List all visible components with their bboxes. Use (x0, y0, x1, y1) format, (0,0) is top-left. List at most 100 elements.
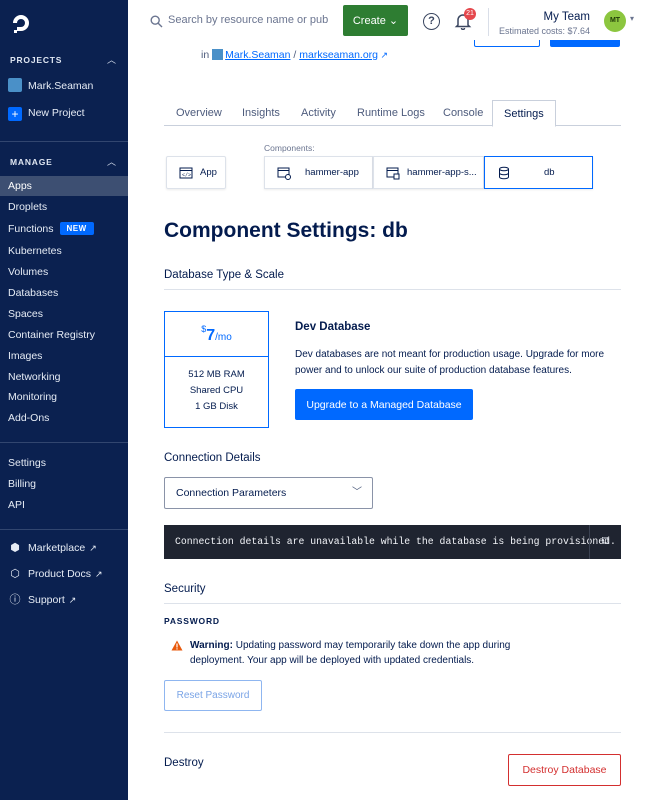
sidebar-item-monitoring[interactable]: Monitoring (0, 387, 128, 407)
sidebar-link-support[interactable]: ⓘ Support ↗ (0, 590, 128, 610)
sidebar-item-add-ons[interactable]: Add-Ons (0, 408, 128, 428)
external-link-icon: ↗ (89, 543, 97, 553)
manage-heading: MANAGE (10, 157, 53, 167)
sidebar-divider (0, 442, 128, 443)
tab-overview[interactable]: Overview (176, 100, 222, 126)
product-docs-label: Product Docs (28, 568, 92, 580)
manage-collapse-chevron-icon[interactable]: ︿ (107, 155, 116, 168)
header-primary-button[interactable] (550, 40, 620, 47)
tab-insights[interactable]: Insights (242, 100, 280, 126)
destroy-database-button[interactable]: Destroy Database (508, 754, 621, 786)
notification-count-badge: 21 (464, 8, 476, 20)
breadcrumb-project-link[interactable]: Mark.Seaman (225, 49, 290, 61)
chevron-down-icon: ⌄ (385, 15, 399, 27)
sidebar-item-spaces[interactable]: Spaces (0, 304, 128, 324)
sidebar-item-billing[interactable]: Billing (0, 474, 128, 494)
sidebar-item-container-registry[interactable]: Container Registry (0, 325, 128, 345)
tab-activity[interactable]: Activity (301, 100, 336, 126)
reset-password-button[interactable]: Reset Password (164, 680, 262, 711)
sidebar-item-apps[interactable]: Apps (0, 176, 128, 196)
sidebar-item-databases[interactable]: Databases (0, 283, 128, 303)
external-link-icon: ↗ (95, 569, 103, 579)
sidebar-item-droplets[interactable]: Droplets (0, 197, 128, 217)
tab-bar: Overview Insights Activity Runtime Logs … (164, 100, 621, 127)
search-input[interactable] (168, 14, 328, 26)
static-site-icon (386, 167, 400, 180)
chevron-down-icon[interactable]: ▾ (630, 14, 634, 23)
page-title: Component Settings: db (164, 219, 408, 242)
help-icon[interactable]: ? (423, 13, 440, 30)
digitalocean-logo-icon[interactable] (10, 12, 32, 34)
header-secondary-button[interactable] (474, 40, 540, 47)
sidebar-item-networking[interactable]: Networking (0, 367, 128, 387)
code-window-icon: </> (179, 167, 193, 179)
sidebar: PROJECTS ︿ Mark.Seaman + New Project MANA… (0, 0, 128, 800)
destroy-heading: Destroy (164, 757, 204, 769)
warning-label: Warning: (190, 640, 233, 651)
plan-price: $7/mo (165, 312, 268, 357)
section-divider (164, 732, 621, 733)
tab-console[interactable]: Console (443, 100, 483, 126)
sidebar-item-project[interactable]: Mark.Seaman (0, 76, 128, 96)
estimated-costs: Estimated costs: $7.64 (498, 26, 590, 36)
sidebar-item-images[interactable]: Images (0, 346, 128, 366)
search-icon (150, 15, 163, 28)
tab-runtime-logs[interactable]: Runtime Logs (357, 100, 425, 126)
new-project-button[interactable]: + New Project (0, 103, 128, 123)
database-icon (499, 166, 509, 180)
database-type-heading: Database Type & Scale (164, 269, 284, 281)
copy-icon[interactable]: ⧉ (589, 525, 621, 559)
connection-parameters-select[interactable]: Connection Parameters ﹀ (164, 477, 373, 509)
new-project-label: New Project (28, 107, 85, 119)
avatar[interactable]: MT (604, 10, 626, 32)
password-label: PASSWORD (164, 616, 220, 626)
app-component-card[interactable]: </> App (166, 156, 226, 189)
cube-icon: ⬢ (10, 542, 20, 554)
breadcrumb-site-link[interactable]: markseaman.org (299, 49, 378, 61)
dev-database-title: Dev Database (295, 321, 371, 333)
sidebar-item-functions[interactable]: Functions NEW (0, 219, 128, 239)
topbar: Create ⌄ ? 21 My Team Estimated costs: $… (128, 0, 653, 44)
help-circle-icon: ⓘ (9, 594, 21, 606)
component-card-db[interactable]: db (484, 156, 593, 189)
project-name: Mark.Seaman (28, 80, 94, 92)
support-label: Support (28, 594, 65, 606)
sidebar-item-api[interactable]: API (0, 495, 128, 515)
new-badge: NEW (59, 222, 94, 235)
app-card-label: App (200, 167, 217, 178)
create-button[interactable]: Create ⌄ (343, 5, 408, 36)
sidebar-item-kubernetes[interactable]: Kubernetes (0, 241, 128, 261)
main-content: in Mark.Seaman / markseaman.org ↗ Overvi… (128, 40, 653, 800)
create-label: Create (352, 15, 386, 27)
breadcrumb-separator: / (293, 49, 297, 61)
warning-icon (171, 640, 183, 651)
component-card-hammer-app[interactable]: hammer-app (264, 156, 373, 189)
spec-ram: 512 MB RAM (188, 369, 245, 380)
price-value: 7 (206, 327, 216, 344)
breadcrumb-prefix: in (201, 49, 210, 61)
tab-settings[interactable]: Settings (492, 100, 556, 127)
connection-details-console: Connection details are unavailable while… (164, 525, 621, 559)
warning-text: Updating password may temporarily take d… (190, 640, 511, 666)
svg-text:</>: </> (182, 173, 191, 179)
sidebar-divider (0, 529, 128, 530)
breadcrumb: in Mark.Seaman / markseaman.org ↗ (201, 49, 388, 61)
marketplace-label: Marketplace (28, 542, 86, 554)
connection-message: Connection details are unavailable while… (175, 536, 616, 547)
component-card-hammer-app-s[interactable]: hammer-app-s... (373, 156, 484, 189)
projects-collapse-chevron-icon[interactable]: ︿ (107, 53, 116, 66)
sidebar-item-settings[interactable]: Settings (0, 453, 128, 473)
sidebar-link-marketplace[interactable]: ⬢ Marketplace ↗ (0, 538, 128, 558)
upgrade-database-button[interactable]: Upgrade to a Managed Database (295, 389, 473, 420)
web-service-icon (277, 167, 291, 180)
projects-heading: PROJECTS (10, 55, 63, 65)
sidebar-divider (0, 141, 128, 142)
price-period: /mo (215, 332, 232, 343)
plan-price-card: $7/mo 512 MB RAM Shared CPU 1 GB Disk (164, 311, 269, 428)
plus-icon: + (8, 107, 22, 121)
sidebar-item-volumes[interactable]: Volumes (0, 262, 128, 282)
sidebar-link-product-docs[interactable]: ⬡ Product Docs ↗ (0, 564, 128, 584)
password-warning: Warning: Updating password may temporari… (190, 638, 535, 668)
topbar-divider (488, 8, 489, 36)
team-name[interactable]: My Team (544, 11, 590, 23)
